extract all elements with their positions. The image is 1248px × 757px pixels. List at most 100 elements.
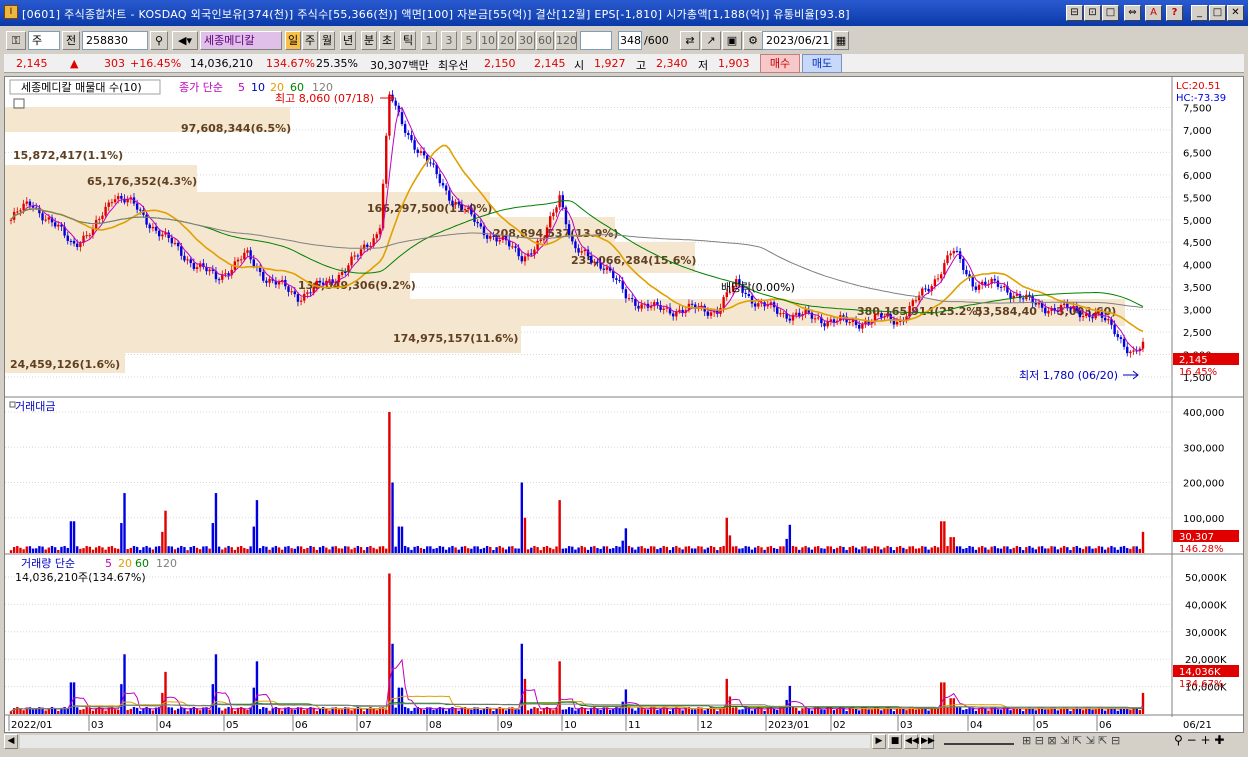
amount-bar bbox=[1028, 545, 1031, 553]
link-icon[interactable]: ⊡ bbox=[1084, 5, 1101, 21]
scroll-left-icon[interactable]: ◀ bbox=[4, 734, 18, 749]
amount-bar bbox=[243, 547, 246, 553]
font-icon[interactable]: A bbox=[1145, 5, 1162, 21]
lock-icon[interactable]: ⚿ bbox=[6, 31, 26, 50]
volume-bar bbox=[835, 708, 839, 714]
interval-60[interactable]: 60 bbox=[536, 31, 554, 50]
turnover: 25.35% bbox=[316, 57, 358, 70]
amount-bar bbox=[164, 510, 167, 553]
current-price: 2,145 bbox=[16, 57, 48, 70]
candle-body bbox=[618, 279, 621, 281]
sell-button[interactable]: 매도 bbox=[802, 54, 842, 73]
fast-forward-icon[interactable]: ▶▶ bbox=[920, 734, 935, 749]
amount-bar bbox=[132, 546, 136, 553]
interval-5[interactable]: 5 bbox=[461, 31, 477, 50]
tab-tick[interactable]: 틱 bbox=[400, 31, 416, 50]
amount-bar bbox=[776, 548, 779, 553]
minimize-button[interactable]: _ bbox=[1191, 5, 1208, 21]
swap-icon[interactable]: ⇔ bbox=[1124, 5, 1141, 21]
amount-bar bbox=[555, 546, 558, 553]
chart-area[interactable]: 97,608,344(6.5%) 15,872,417(1.1%) 65,176,3… bbox=[4, 76, 1244, 748]
candle-body bbox=[328, 279, 331, 281]
volume-y-tick: 40,000K bbox=[1185, 600, 1227, 611]
candle-body bbox=[170, 237, 174, 244]
tab-month[interactable]: 월 bbox=[319, 31, 335, 50]
chart-svg[interactable]: 97,608,344(6.5%) 15,872,417(1.1%) 65,176,3… bbox=[5, 77, 1243, 733]
maximize-button[interactable]: □ bbox=[1209, 5, 1226, 21]
amount-bar bbox=[709, 545, 713, 553]
candle-body bbox=[794, 312, 798, 315]
x-axis-label: 07 bbox=[359, 720, 372, 731]
amount-bar bbox=[129, 547, 133, 553]
period-type-select[interactable]: 주 bbox=[28, 31, 60, 50]
tile-icon[interactable]: ⊟ bbox=[1066, 5, 1083, 21]
tab-week[interactable]: 주 bbox=[302, 31, 318, 50]
save-icon[interactable]: ▣ bbox=[722, 31, 742, 50]
code-input[interactable]: 258830 bbox=[82, 31, 148, 50]
search-icon[interactable]: ⚲ bbox=[150, 31, 168, 50]
scrollbar-track[interactable] bbox=[20, 735, 870, 748]
amount-bar bbox=[1091, 548, 1094, 553]
date-input[interactable]: 2023/06/21 bbox=[762, 31, 832, 50]
line-tool-icon[interactable]: ↗ bbox=[701, 31, 721, 50]
tab-day[interactable]: 일 bbox=[285, 31, 301, 50]
price-y-tick: 5,000 bbox=[1183, 216, 1212, 227]
volume-bar bbox=[117, 709, 120, 714]
candle-body bbox=[637, 305, 640, 309]
interval-30[interactable]: 30 bbox=[517, 31, 535, 50]
count-input[interactable]: 348 bbox=[618, 31, 642, 50]
volume-bar bbox=[533, 706, 536, 714]
speaker-icon[interactable]: ◀▾ bbox=[172, 31, 198, 50]
interval-1[interactable]: 1 bbox=[421, 31, 437, 50]
amount-bar bbox=[1110, 545, 1113, 553]
volume-bar bbox=[94, 708, 98, 714]
amount-bar bbox=[539, 550, 542, 553]
candle-body bbox=[1047, 310, 1050, 314]
candle-body bbox=[766, 305, 769, 307]
x-axis-label: 03 bbox=[91, 720, 104, 731]
volume-bar bbox=[955, 707, 959, 714]
settings-icon[interactable]: ⚙ bbox=[743, 31, 763, 50]
candle-body bbox=[908, 305, 911, 317]
view-mode-icons[interactable]: ⊞ ⊟ ⊠ ⇲ ⇱ ⇲ ⇱ ⊟ bbox=[1022, 734, 1120, 747]
amount-bar bbox=[221, 549, 224, 553]
interval-10[interactable]: 10 bbox=[479, 31, 497, 50]
volume-y-tick: 30,000K bbox=[1185, 628, 1227, 639]
candle-body bbox=[520, 256, 524, 262]
amount-bar bbox=[407, 547, 410, 553]
amount-bar bbox=[151, 549, 155, 553]
buy-button[interactable]: 매수 bbox=[760, 54, 800, 73]
interval-custom-input[interactable] bbox=[580, 31, 612, 50]
candle-body bbox=[1132, 350, 1135, 352]
play-icon[interactable]: ▶ bbox=[872, 734, 886, 749]
amount-bar bbox=[104, 549, 107, 553]
tab-second[interactable]: 초 bbox=[379, 31, 395, 50]
stock-name-field[interactable]: 세종메디칼 bbox=[200, 31, 282, 50]
volume-bar bbox=[735, 707, 738, 714]
amount-bar bbox=[246, 548, 249, 553]
close-button[interactable]: ✕ bbox=[1227, 5, 1244, 21]
zoom-slider[interactable] bbox=[944, 737, 1014, 745]
fast-back-icon[interactable]: ◀◀ bbox=[904, 734, 919, 749]
prev-button[interactable]: 전 bbox=[62, 31, 80, 50]
candle-body bbox=[1044, 307, 1047, 314]
calendar-icon[interactable]: ▦ bbox=[833, 31, 849, 50]
amount-bar bbox=[135, 546, 139, 553]
chart-tool-icon[interactable]: ⇄ bbox=[680, 31, 700, 50]
interval-3[interactable]: 3 bbox=[441, 31, 457, 50]
amount-bar bbox=[211, 523, 215, 553]
tab-minute[interactable]: 분 bbox=[361, 31, 377, 50]
tab-year[interactable]: 년 bbox=[340, 31, 356, 50]
amount-bar bbox=[608, 548, 612, 553]
amount-y-tick: 300,000 bbox=[1183, 443, 1224, 454]
interval-120[interactable]: 120 bbox=[555, 31, 577, 50]
table-icon[interactable] bbox=[13, 98, 25, 109]
amount-bar bbox=[936, 547, 940, 553]
candle-body bbox=[293, 291, 296, 295]
help-icon[interactable]: ? bbox=[1166, 5, 1183, 21]
stop-icon[interactable]: ■ bbox=[888, 734, 902, 749]
volume-bar bbox=[82, 709, 85, 714]
window-icon[interactable]: □ bbox=[1102, 5, 1119, 21]
interval-20[interactable]: 20 bbox=[498, 31, 516, 50]
zoom-controls[interactable]: ⚲ − + ✚ bbox=[1174, 733, 1224, 747]
